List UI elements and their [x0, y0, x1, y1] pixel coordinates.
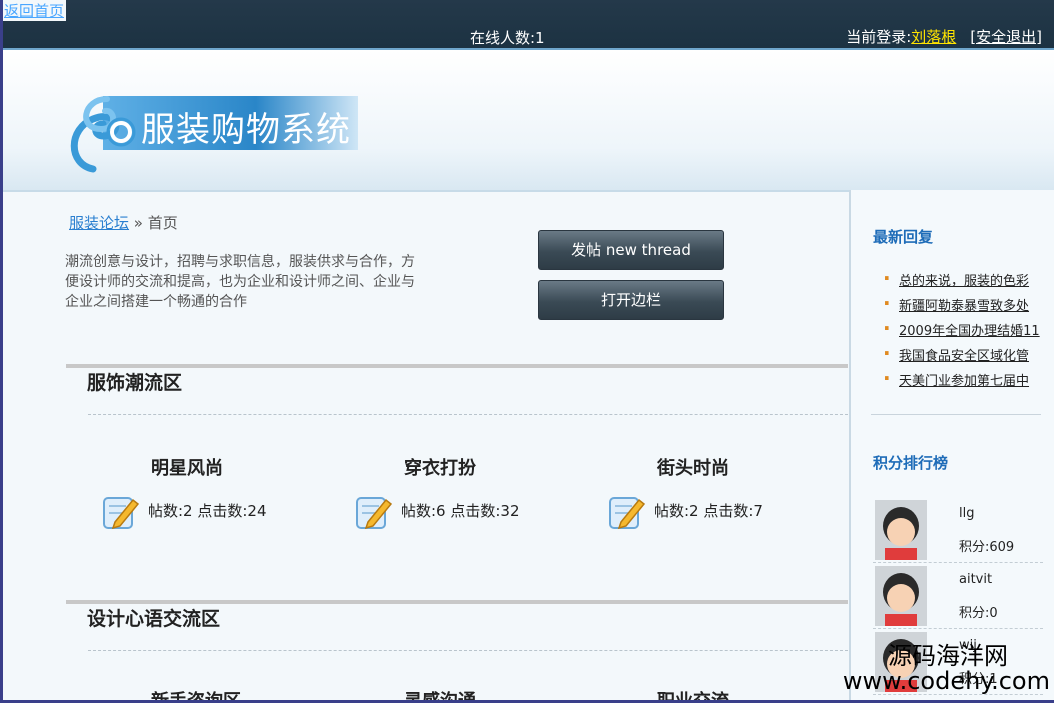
forum-name[interactable]: 新手咨询区: [151, 687, 241, 700]
forum-description: 潮流创意与设计，招聘与求职信息，服装供求与合作，方便设计师的交流和提高，也为企业…: [65, 254, 415, 310]
swirl-logo-icon: [70, 96, 136, 173]
forum-stats: 帖数:2 点击数:24: [148, 502, 267, 520]
rank-username[interactable]: aitvit: [959, 572, 992, 587]
back-home-link[interactable]: 返回首页: [3, 0, 67, 21]
reply-link[interactable]: 新疆阿勒泰暴雪致多处: [899, 299, 1029, 314]
forum-name[interactable]: 明星风尚: [151, 454, 223, 480]
forum-stats: 帖数:2 点击数:7: [654, 502, 763, 520]
watermark-cn: 源码海洋网: [888, 641, 1008, 670]
breadcrumb: 服装论坛 » 首页: [69, 212, 178, 233]
logout-link[interactable]: [安全退出]: [970, 28, 1042, 46]
latest-replies-list: 总的来说，服装的色彩 新疆阿勒泰暴雪致多处 2009年全国办理结婚11 我国食品…: [883, 266, 1040, 395]
top-bar: 返回首页 在线人数:1 当前登录:刘落根 [安全退出]: [3, 0, 1054, 50]
logo-title: 服装购物系统: [141, 110, 351, 150]
page-frame: 返回首页 在线人数:1 当前登录:刘落根 [安全退出] 服装购物系统 服装论坛 »…: [3, 0, 1054, 700]
avatar: [875, 500, 927, 560]
latest-replies-title: 最新回复: [873, 228, 934, 246]
list-item[interactable]: 我国食品安全区域化管: [883, 341, 1040, 370]
breadcrumb-home-link[interactable]: 服装论坛: [69, 214, 129, 232]
list-item[interactable]: 新疆阿勒泰暴雪致多处: [883, 291, 1040, 320]
rank-row: aitvit 积分:0: [873, 564, 1043, 629]
list-item[interactable]: 天美门业参加第七届中: [883, 366, 1040, 395]
list-item[interactable]: 总的来说，服装的色彩: [883, 266, 1040, 295]
watermark-url: www.codehy.com: [842, 666, 1050, 695]
new-thread-button[interactable]: 发帖 new thread: [538, 230, 724, 270]
notepad-pencil-icon: [609, 497, 646, 530]
notepad-pencil-icon: [356, 497, 393, 530]
reply-link[interactable]: 天美门业参加第七届中: [899, 374, 1029, 389]
rank-score: 积分:0: [959, 606, 998, 621]
score-ranking-title: 积分排行榜: [873, 454, 949, 472]
reply-link[interactable]: 2009年全国办理结婚11: [899, 324, 1040, 339]
rank-username[interactable]: llg: [959, 506, 974, 521]
forum-stats: 帖数:6 点击数:32: [401, 502, 520, 520]
breadcrumb-current: 首页: [147, 214, 178, 232]
section-dashed-line: [88, 650, 848, 651]
sidebar-divider: [871, 414, 1041, 415]
site-logo: 服装购物系统: [63, 74, 358, 186]
notepad-pencil-icon: [103, 497, 140, 530]
section-title: 设计心语交流区: [87, 608, 221, 630]
site-header: 服装购物系统: [3, 50, 1054, 192]
breadcrumb-separator: »: [133, 214, 143, 232]
username-link[interactable]: 刘落根: [911, 28, 956, 46]
forum-name[interactable]: 街头时尚: [657, 454, 729, 480]
section-divider: [66, 364, 848, 368]
list-item[interactable]: 2009年全国办理结婚11: [883, 316, 1040, 345]
main-content: 服装论坛 » 首页 潮流创意与设计，招聘与求职信息，服装供求与合作，方便设计师的…: [3, 192, 848, 700]
login-status: 当前登录:刘落根 [安全退出]: [846, 26, 1042, 47]
avatar: [875, 566, 927, 626]
sidebar: 最新回复 总的来说，服装的色彩 新疆阿勒泰暴雪致多处 2009年全国办理结婚11…: [849, 190, 1054, 700]
watermark: 源码海洋网 www.codehy.com: [842, 641, 1050, 695]
rank-row: llg 积分:609: [873, 498, 1043, 563]
reply-link[interactable]: 我国食品安全区域化管: [899, 349, 1029, 364]
rank-score: 积分:609: [959, 540, 1015, 555]
section-dashed-line: [88, 414, 848, 415]
online-count: 在线人数:1: [470, 29, 545, 47]
forum-name[interactable]: 职业交流: [657, 687, 729, 700]
reply-link[interactable]: 总的来说，服装的色彩: [899, 274, 1029, 289]
login-prefix: 当前登录:: [846, 28, 912, 46]
forum-name[interactable]: 灵感沟通: [404, 687, 476, 700]
section-title: 服饰潮流区: [87, 372, 183, 394]
open-sidebar-button[interactable]: 打开边栏: [538, 280, 724, 320]
forum-name[interactable]: 穿衣打扮: [404, 454, 476, 480]
